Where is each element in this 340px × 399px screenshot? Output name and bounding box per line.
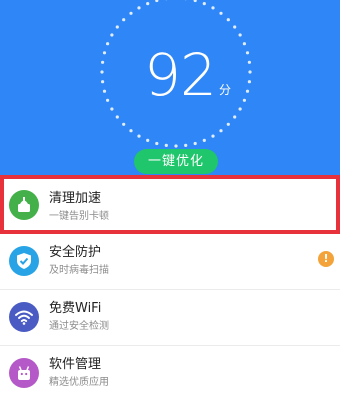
list-item-wifi[interactable]: 免费WiFi 通过安全检测 — [0, 290, 340, 346]
shield-icon — [9, 246, 39, 276]
ring-dot — [122, 122, 126, 126]
feature-list: 清理加速 一键告别卡顿 安全防护 及时病毒扫描 ! 免费WiFi 通过安全检测 … — [0, 175, 340, 399]
app-screen: 92 分 一键优化 清理加速 一键告别卡顿 安全防护 及时病毒扫描 ! 免费Wi… — [0, 0, 340, 399]
list-item-subtitle: 及时病毒扫描 — [49, 265, 109, 276]
ring-dot — [110, 107, 114, 111]
ring-dot — [146, 138, 150, 142]
one-click-optimize-button[interactable]: 一键优化 — [134, 149, 218, 174]
ring-dot — [248, 70, 252, 74]
ring-dot — [211, 6, 215, 10]
list-item-subtitle: 通过安全检测 — [49, 321, 109, 332]
ring-dot — [184, 143, 188, 147]
wifi-icon — [9, 302, 39, 332]
ring-dot — [101, 80, 105, 84]
ring-dot — [122, 18, 126, 22]
ring-dot — [101, 60, 105, 64]
ring-dot — [247, 80, 251, 84]
ring-dot — [245, 89, 250, 93]
broom-icon — [9, 190, 39, 220]
list-item-security[interactable]: 安全防护 及时病毒扫描 ! — [0, 234, 340, 290]
warning-badge: ! — [318, 251, 334, 267]
ring-dot — [102, 51, 107, 55]
ring-dot — [155, 141, 159, 146]
ring-dot — [174, 144, 178, 148]
ring-dot — [202, 1, 206, 6]
ring-dot — [164, 143, 168, 147]
list-item-title: 免费WiFi — [49, 301, 102, 316]
list-item-subtitle: 精选优质应用 — [49, 377, 109, 388]
ring-dot — [110, 33, 114, 37]
ring-dot — [102, 89, 107, 93]
list-item-title: 清理加速 — [49, 191, 102, 206]
score-unit: 分 — [219, 83, 232, 97]
ring-dot — [242, 98, 246, 102]
ring-dot — [100, 70, 104, 74]
ring-dot — [245, 51, 250, 55]
ring-dot — [211, 134, 215, 138]
ring-dot — [238, 107, 242, 111]
ring-dot — [219, 11, 223, 15]
ring-dot — [202, 138, 206, 142]
ring-dot — [238, 33, 242, 37]
robot-icon — [9, 358, 39, 388]
score-header: 92 分 一键优化 — [0, 0, 340, 175]
ring-dot — [247, 60, 251, 64]
ring-dot — [137, 6, 141, 10]
ring-dot — [146, 1, 150, 6]
ring-dot — [129, 129, 133, 133]
ring-dot — [106, 42, 110, 46]
ring-dot — [155, 0, 159, 3]
ring-dot — [115, 115, 119, 119]
ring-dot — [226, 122, 230, 126]
ring-dot — [193, 141, 197, 146]
ring-dot — [137, 134, 141, 138]
list-item-title: 安全防护 — [49, 245, 102, 260]
ring-dot — [193, 0, 197, 3]
list-item-software[interactable]: 软件管理 精选优质应用 — [0, 346, 340, 399]
ring-dot — [233, 115, 237, 119]
ring-dot — [106, 98, 110, 102]
ring-dot — [233, 25, 237, 29]
list-item-title: 软件管理 — [49, 357, 102, 372]
list-item-subtitle: 一键告别卡顿 — [49, 211, 109, 222]
ring-dot — [242, 42, 246, 46]
ring-dot — [129, 11, 133, 15]
ring-dot — [219, 129, 223, 133]
score-value: 92 — [144, 41, 217, 109]
ring-dot — [115, 25, 119, 29]
list-item-cleanup[interactable]: 清理加速 一键告别卡顿 — [0, 175, 340, 234]
ring-dot — [226, 18, 230, 22]
